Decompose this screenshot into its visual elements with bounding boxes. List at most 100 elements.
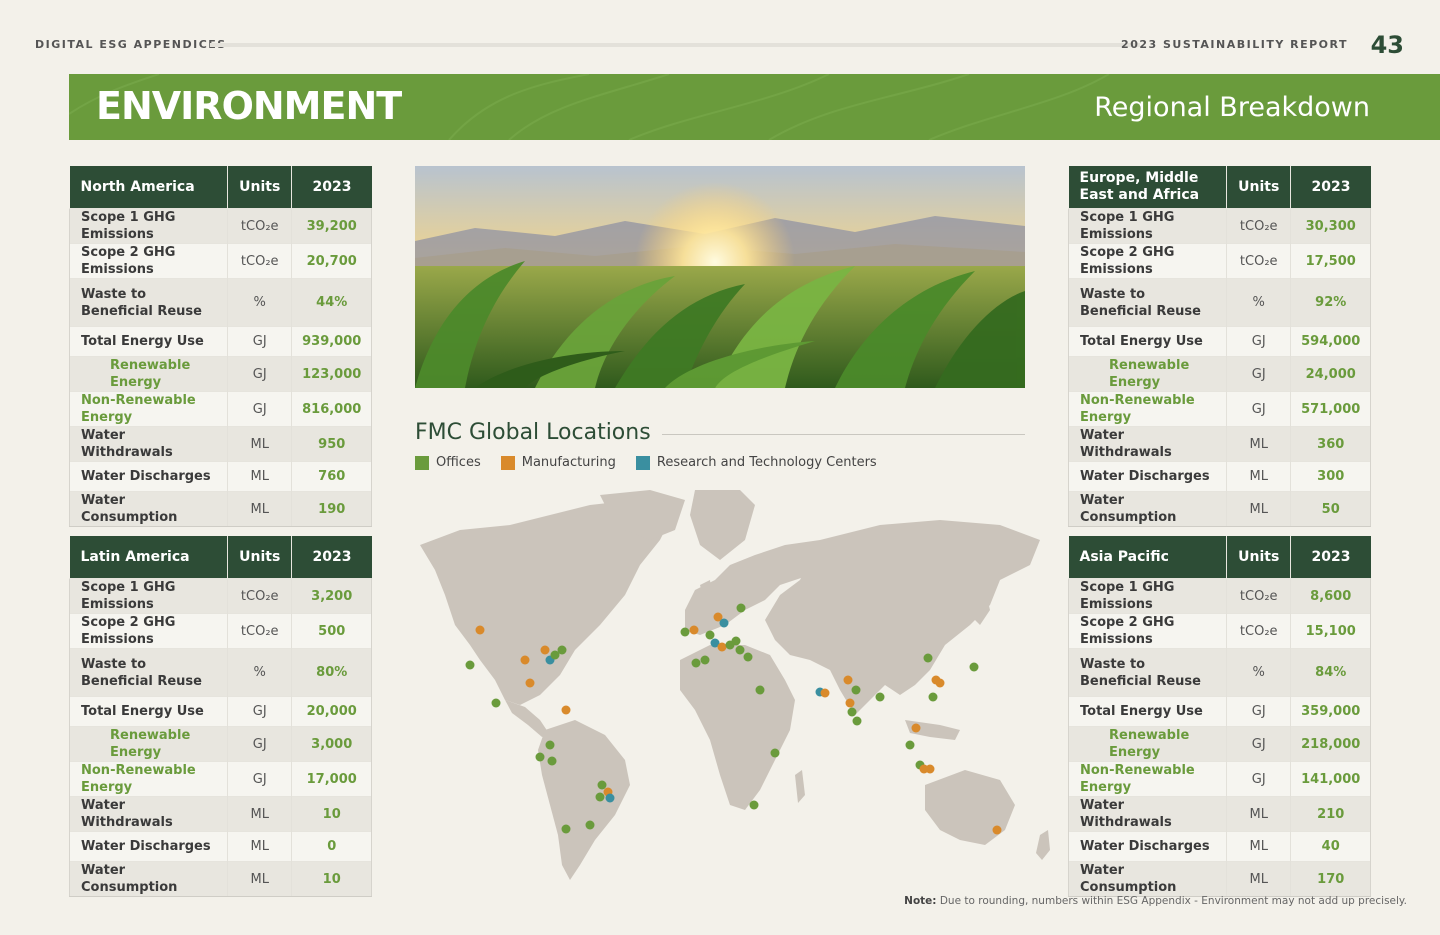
table-row: Waste to Beneficial Reuse% 80% (69, 648, 372, 697)
table-row: Non-Renewable Energy GJ 141,000 (1068, 761, 1371, 797)
year-header: 2023 (1290, 166, 1371, 209)
metric-name: Non-Renewable Energy (1068, 391, 1227, 427)
metric-unit: ML (1226, 831, 1292, 862)
metric-value: 760 (291, 461, 372, 492)
metric-name: Water Discharges (69, 831, 228, 862)
metric-unit: tCO₂e (1226, 243, 1292, 279)
banner-title: ENVIRONMENT (96, 84, 402, 128)
report-title: 2023 SUSTAINABILITY REPORT (1121, 38, 1348, 51)
table-north-america: North America Units 2023 Scope 1 GHG Emissi… (69, 166, 372, 527)
region-name: Europe, Middle East and Africa (1068, 166, 1227, 209)
table-row: Water Withdrawals ML 210 (1068, 796, 1371, 832)
metric-name: Renewable Energy (1068, 726, 1227, 762)
metric-name: Total Energy Use (69, 696, 228, 727)
metric-unit: ML (1226, 491, 1292, 527)
metric-name: Water Consumption (1068, 491, 1227, 527)
metric-value: 594,000 (1290, 326, 1371, 357)
units-header: Units (1226, 536, 1292, 579)
world-map (400, 485, 1060, 885)
metric-value: 170 (1290, 861, 1371, 897)
metric-value: 44% (291, 278, 372, 327)
region-name: Asia Pacific (1068, 536, 1227, 579)
legend-offices: Offices (415, 455, 481, 470)
metric-name: Renewable Energy (1068, 356, 1227, 392)
metric-name: Non-Renewable Energy (1068, 761, 1227, 797)
metric-value: 950 (291, 426, 372, 462)
legend-label-offices: Offices (436, 455, 481, 470)
legend-research: Research and Technology Centers (635, 455, 877, 470)
map-title-rule (662, 434, 1025, 435)
table-row: Water Consumption ML 50 (1068, 491, 1371, 527)
metric-unit: ML (1226, 796, 1292, 832)
metric-value: 39,200 (291, 208, 372, 244)
table-row: Scope 2 GHG Emissions tCO₂e 15,100 (1068, 613, 1371, 649)
metric-value: 30,300 (1290, 208, 1371, 244)
metric-unit: ML (227, 796, 293, 832)
table-row: Water Discharges ML 0 (69, 831, 372, 862)
metric-value: 190 (291, 491, 372, 527)
table-row: Scope 2 GHG Emissions tCO₂e 500 (69, 613, 372, 649)
metric-value: 17,000 (291, 761, 372, 797)
table-row: Water Discharges ML 760 (69, 461, 372, 492)
metric-unit: % (227, 278, 293, 327)
metric-unit: ML (227, 426, 293, 462)
metric-unit: % (227, 648, 293, 697)
table-latin-america: Latin America Units 2023 Scope 1 GHG Emissi… (69, 536, 372, 897)
metric-value: 17,500 (1290, 243, 1371, 279)
metric-value: 123,000 (291, 356, 372, 392)
metric-value: 80% (291, 648, 372, 697)
metric-unit: ML (227, 861, 293, 897)
table-row: Scope 2 GHG Emissions tCO₂e 17,500 (1068, 243, 1371, 279)
metric-unit: tCO₂e (227, 243, 293, 279)
metric-unit: GJ (1226, 696, 1292, 727)
metric-value: 20,000 (291, 696, 372, 727)
metric-name: Total Energy Use (1068, 326, 1227, 357)
units-header: Units (227, 166, 293, 209)
metric-unit: tCO₂e (1226, 578, 1292, 614)
table-row: Total Energy Use GJ 359,000 (1068, 696, 1371, 727)
metric-name: Water Withdrawals (1068, 426, 1227, 462)
metric-value: 8,600 (1290, 578, 1371, 614)
metric-value: 300 (1290, 461, 1371, 492)
metric-name: Waste to Beneficial Reuse (1068, 278, 1227, 327)
table-row: Renewable Energy GJ 24,000 (1068, 356, 1371, 392)
table-row: Waste to Beneficial Reuse% 84% (1068, 648, 1371, 697)
table-row: Scope 1 GHG Emissions tCO₂e 30,300 (1068, 208, 1371, 244)
legend-label-research: Research and Technology Centers (656, 455, 877, 470)
map-legend: Offices Manufacturing Research and Techn… (415, 455, 897, 470)
metric-value: 141,000 (1290, 761, 1371, 797)
metric-name: Water Withdrawals (69, 426, 228, 462)
metric-name: Total Energy Use (69, 326, 228, 357)
metric-name: Water Discharges (69, 461, 228, 492)
table-asia-pacific: Asia Pacific Units 2023 Scope 1 GHG Emissio… (1068, 536, 1371, 897)
metric-value: 0 (291, 831, 372, 862)
metric-unit: tCO₂e (1226, 613, 1292, 649)
table-row: Water Discharges ML 300 (1068, 461, 1371, 492)
metric-value: 360 (1290, 426, 1371, 462)
metric-unit: GJ (227, 356, 293, 392)
footnote: Note: Due to rounding, numbers within ES… (904, 895, 1407, 907)
metric-value: 20,700 (291, 243, 372, 279)
table-row: Waste to Beneficial Reuse% 92% (1068, 278, 1371, 327)
metric-unit: tCO₂e (1226, 208, 1292, 244)
metric-name: Renewable Energy (69, 356, 228, 392)
metric-value: 939,000 (291, 326, 372, 357)
metric-name: Waste to Beneficial Reuse (1068, 648, 1227, 697)
table-row: Renewable Energy GJ 3,000 (69, 726, 372, 762)
legend-swatch-offices (415, 455, 429, 470)
metric-name: Scope 2 GHG Emissions (69, 243, 228, 279)
metric-unit: ML (1226, 426, 1292, 462)
metric-value: 571,000 (1290, 391, 1371, 427)
metric-name: Water Consumption (69, 491, 228, 527)
metric-unit: tCO₂e (227, 208, 293, 244)
footnote-label: Note: (904, 895, 937, 907)
metric-name: Water Withdrawals (69, 796, 228, 832)
metric-name: Water Discharges (1068, 461, 1227, 492)
metric-value: 500 (291, 613, 372, 649)
metric-value: 3,000 (291, 726, 372, 762)
table-row: Non-Renewable Energy GJ 571,000 (1068, 391, 1371, 427)
page-number: 43 (1370, 31, 1404, 59)
table-emea: Europe, Middle East and Africa Units 2023 S… (1068, 166, 1371, 527)
metric-unit: GJ (227, 761, 293, 797)
table-row: Water Withdrawals ML 10 (69, 796, 372, 832)
